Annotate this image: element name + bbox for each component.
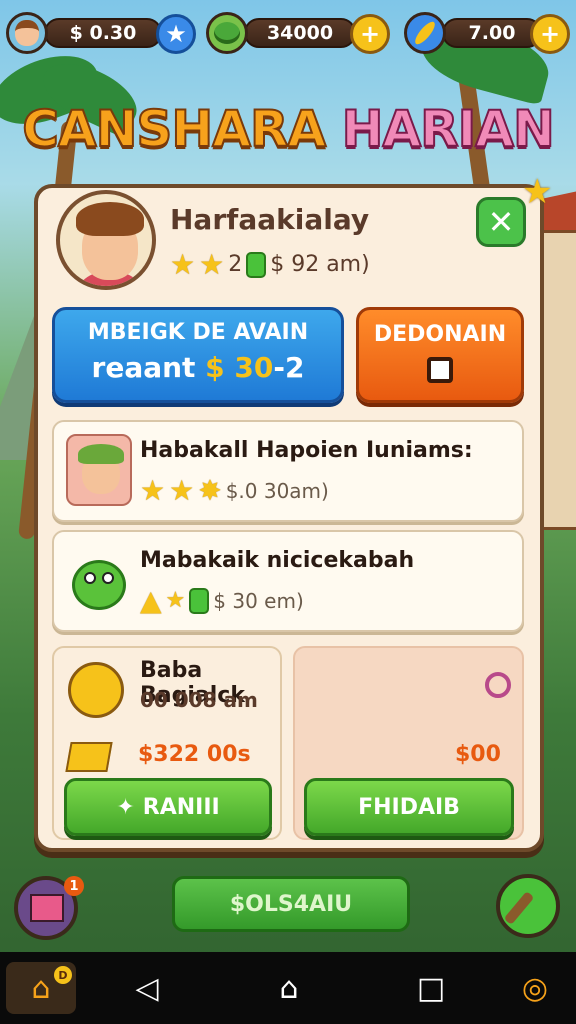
primary-reward-value: reaant $ 30-2 xyxy=(55,351,341,384)
profile-name: Harfaakialay xyxy=(170,203,370,236)
star-icon[interactable]: ★ xyxy=(156,14,196,54)
nav-recents-button[interactable]: □ xyxy=(396,962,466,1014)
system-navbar: ⌂ D ◁ ⌂ □ ◎ xyxy=(0,952,576,1024)
resource-3-value: 7.00 xyxy=(442,18,542,48)
coins-button[interactable]: ◎ xyxy=(500,962,570,1014)
claim-button-right-label: FHIDAIB xyxy=(358,794,460,820)
home-badge: D xyxy=(54,966,72,984)
player-avatar-icon[interactable] xyxy=(6,12,48,54)
task-card-stats: ★ ★ ✸ $.0 30am) xyxy=(140,474,329,507)
close-button[interactable]: ✕ xyxy=(476,197,526,247)
ring-icon xyxy=(485,672,511,698)
star-icon: ★ xyxy=(140,474,166,507)
green-monster-icon xyxy=(66,544,132,616)
box-icon xyxy=(30,894,64,922)
star-icon: ★ xyxy=(170,248,196,281)
profile-stat-count: 2 xyxy=(228,252,243,277)
leaf-icon xyxy=(503,890,535,926)
plus-icon[interactable]: + xyxy=(530,14,570,54)
coin-plus-icon[interactable]: + xyxy=(350,14,390,54)
square-icon xyxy=(427,357,453,383)
task-card-amount: $ 30 em) xyxy=(213,588,304,613)
star-burst-icon: ✸ xyxy=(198,474,222,507)
daily-title: CANSHARA HARIAN xyxy=(0,99,576,159)
character-icon xyxy=(66,434,132,506)
primary-reward-button[interactable]: MBEIGK DE AVAIN reaant $ 30-2 xyxy=(52,307,344,403)
task-card-title: Mabakaik nicicekabah xyxy=(140,548,415,573)
resource-2: 34000 + xyxy=(206,12,392,54)
profile-amount: $ 92 am) xyxy=(270,252,370,277)
reward-coin: $ 30 xyxy=(205,351,274,384)
coins-icon: ◎ xyxy=(521,970,549,1006)
task-card-title: Habakall Hapoien Iuniams: xyxy=(140,438,473,463)
title-part1: CANSHARA xyxy=(21,99,327,159)
shop-box-button[interactable]: 1 xyxy=(14,876,84,940)
corner-star-icon: ★ xyxy=(522,172,553,212)
task-card-2[interactable]: Mabakaik nicicekabah ▲ ★ $ 30 em) xyxy=(52,530,524,632)
home-game-button[interactable]: ⌂ D xyxy=(6,962,76,1014)
task-card-amount: $.0 30am) xyxy=(225,478,329,503)
home-outline-icon: ⌂ xyxy=(279,970,299,1006)
house-icon: ⌂ xyxy=(31,970,51,1006)
recents-square-icon: □ xyxy=(416,970,446,1006)
gem-icon xyxy=(189,587,210,614)
leaf-icon: ✦ xyxy=(116,794,135,820)
claim-button-left[interactable]: ✦ RANIII xyxy=(64,778,272,836)
nav-back-button[interactable]: ◁ xyxy=(112,962,182,1014)
claim-button-left-label: RANIII xyxy=(142,794,220,820)
star-icon: ★ xyxy=(169,474,195,507)
gold-bar-icon xyxy=(65,742,113,772)
back-triangle-icon: ◁ xyxy=(135,970,159,1006)
feather-icon xyxy=(404,12,446,54)
leaf-action-button[interactable] xyxy=(496,874,560,938)
reward-box-price: $322 00s xyxy=(138,742,251,767)
secondary-action-label: DEDONAIN xyxy=(373,322,507,347)
main-bottom-button[interactable]: $OLS4AIU xyxy=(172,876,410,932)
star-icon: ★ xyxy=(199,248,225,281)
monster-icon xyxy=(206,12,248,54)
nav-home-button[interactable]: ⌂ xyxy=(254,962,324,1014)
primary-reward-title: MBEIGK DE AVAIN xyxy=(87,320,309,345)
close-icon: ✕ xyxy=(487,203,515,241)
title-part2: HARIAN xyxy=(341,99,556,159)
bell-icon: ▲ xyxy=(140,584,162,617)
reward-prefix: reaant xyxy=(91,351,206,384)
resource-2-value: 34000 xyxy=(244,18,356,48)
claim-button-right[interactable]: FHIDAIB xyxy=(304,778,514,836)
reward-suffix: -2 xyxy=(273,351,305,384)
gift-icon xyxy=(68,662,124,718)
reward-box-right-price: $00 xyxy=(455,742,501,767)
resource-3: 7.00 + xyxy=(404,12,570,54)
task-card-1[interactable]: Habakall Hapoien Iuniams: ★ ★ ✸ $.0 30am… xyxy=(52,420,524,522)
secondary-action-button[interactable]: DEDONAIN xyxy=(356,307,524,403)
task-card-stats: ▲ ★ $ 30 em) xyxy=(140,584,304,617)
resource-1-value: $ 0.30 xyxy=(44,18,162,48)
star-icon: ★ xyxy=(165,588,186,613)
resource-1: $ 0.30 ★ xyxy=(6,12,196,54)
profile-avatar xyxy=(56,190,156,290)
profile-stats: ★ ★ 2 $ 92 am) xyxy=(170,248,370,281)
notification-badge: 1 xyxy=(64,876,84,896)
top-hud: $ 0.30 ★ 34000 + 7.00 + xyxy=(6,8,570,56)
reward-box-sub: 00 008 am xyxy=(140,688,258,712)
gem-icon xyxy=(246,251,267,278)
